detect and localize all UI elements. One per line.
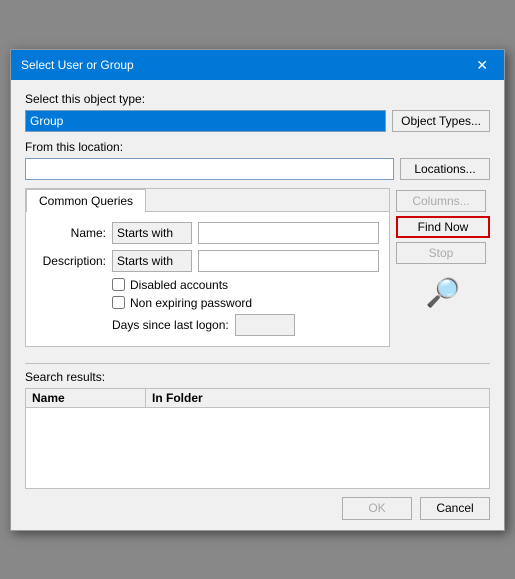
tab-and-buttons: Common Queries Name: Starts with Is exac… bbox=[25, 188, 490, 357]
name-row: Name: Starts with Is exactly bbox=[36, 222, 379, 244]
days-dropdown-select[interactable]: 30 60 90 bbox=[240, 318, 290, 332]
results-col-folder[interactable]: In Folder bbox=[146, 389, 489, 407]
tab-area: Common Queries Name: Starts with Is exac… bbox=[25, 188, 390, 347]
days-since-row: Days since last logon: 30 60 90 bbox=[112, 314, 379, 336]
description-dropdown[interactable]: Starts with Is exactly bbox=[112, 250, 192, 272]
non-expiring-password-checkbox[interactable] bbox=[112, 296, 125, 309]
find-now-button[interactable]: Find Now bbox=[396, 216, 490, 238]
title-bar: Select User or Group ✕ bbox=[11, 50, 504, 80]
location-label: From this location: bbox=[25, 140, 490, 154]
disabled-accounts-checkbox[interactable] bbox=[112, 278, 125, 291]
results-list-header: Name In Folder bbox=[26, 389, 489, 408]
separator bbox=[25, 363, 490, 364]
description-row: Description: Starts with Is exactly bbox=[36, 250, 379, 272]
object-type-row: Object Types... bbox=[25, 110, 490, 132]
results-col-name[interactable]: Name bbox=[26, 389, 146, 407]
location-input[interactable] bbox=[25, 158, 394, 180]
description-dropdown-select[interactable]: Starts with Is exactly bbox=[117, 254, 187, 268]
dialog-title: Select User or Group bbox=[21, 58, 134, 72]
days-since-label: Days since last logon: bbox=[112, 318, 229, 332]
locations-button[interactable]: Locations... bbox=[400, 158, 490, 180]
object-type-label: Select this object type: bbox=[25, 92, 490, 106]
cancel-button[interactable]: Cancel bbox=[420, 497, 490, 520]
tab-header: Common Queries bbox=[26, 189, 389, 212]
name-input[interactable] bbox=[198, 222, 379, 244]
ok-button[interactable]: OK bbox=[342, 497, 412, 520]
common-queries-tab[interactable]: Common Queries bbox=[26, 189, 146, 212]
non-expiring-password-row: Non expiring password bbox=[112, 296, 379, 310]
disabled-accounts-label: Disabled accounts bbox=[130, 278, 228, 292]
name-dropdown[interactable]: Starts with Is exactly bbox=[112, 222, 192, 244]
columns-button: Columns... bbox=[396, 190, 486, 212]
location-row: Locations... bbox=[25, 158, 490, 180]
tab-content: Name: Starts with Is exactly Des bbox=[26, 212, 389, 346]
ok-cancel-row: OK Cancel bbox=[25, 497, 490, 520]
dialog: Select User or Group ✕ Select this objec… bbox=[10, 49, 505, 531]
left-panel: Common Queries Name: Starts with Is exac… bbox=[25, 188, 390, 357]
results-area: Search results: Name In Folder bbox=[25, 370, 490, 489]
search-results-label: Search results: bbox=[25, 370, 490, 384]
non-expiring-password-label: Non expiring password bbox=[130, 296, 252, 310]
name-dropdown-select[interactable]: Starts with Is exactly bbox=[117, 226, 187, 240]
disabled-accounts-row: Disabled accounts bbox=[112, 278, 379, 292]
search-icon: 🔎 bbox=[396, 276, 490, 309]
results-list: Name In Folder bbox=[25, 388, 490, 489]
days-dropdown[interactable]: 30 60 90 bbox=[235, 314, 295, 336]
object-type-input[interactable] bbox=[25, 110, 386, 132]
results-list-body bbox=[26, 408, 489, 488]
name-label: Name: bbox=[36, 226, 106, 240]
object-types-button[interactable]: Object Types... bbox=[392, 110, 490, 132]
description-input[interactable] bbox=[198, 250, 379, 272]
stop-button: Stop bbox=[396, 242, 486, 264]
close-button[interactable]: ✕ bbox=[470, 56, 494, 74]
description-label: Description: bbox=[36, 254, 106, 268]
right-panel: Columns... Find Now Stop 🔎 bbox=[390, 188, 490, 357]
